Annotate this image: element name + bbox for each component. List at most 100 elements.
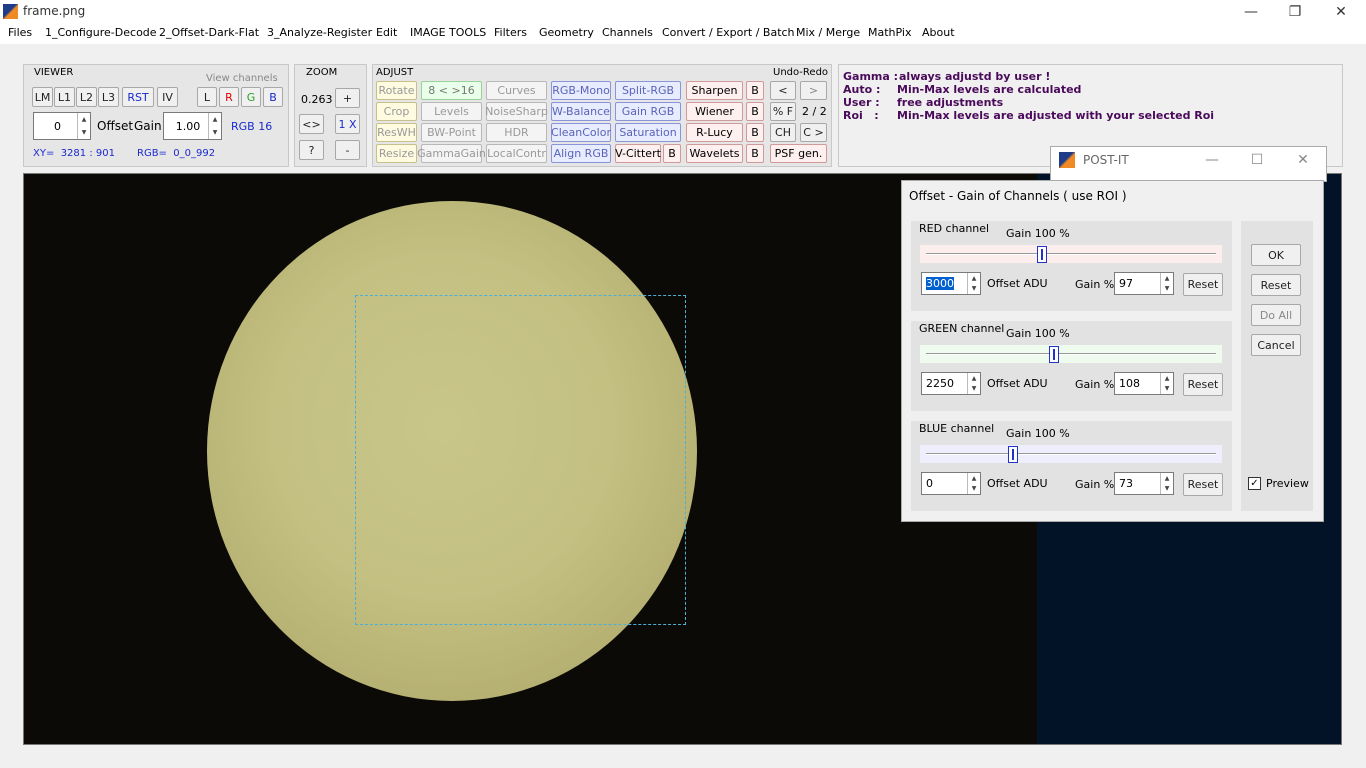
spin-down-icon[interactable]: ▼: [968, 484, 980, 495]
green-gain-spinner[interactable]: 108 ▲ ▼: [1114, 372, 1174, 395]
levels-button[interactable]: Levels: [421, 102, 482, 121]
red-gain-arrows[interactable]: ▲ ▼: [1160, 273, 1173, 294]
crop-button[interactable]: Crop: [376, 102, 417, 121]
green-reset-button[interactable]: Reset: [1183, 373, 1223, 396]
do-all-button[interactable]: Do All: [1251, 304, 1301, 326]
localcontr-button[interactable]: LocalContr: [486, 144, 547, 163]
v-cittert-button[interactable]: V-Cittert: [615, 144, 661, 163]
reswh-button[interactable]: ResWH: [376, 123, 417, 142]
green-offset-arrows[interactable]: ▲ ▼: [967, 373, 980, 394]
r-lucy-button[interactable]: R-Lucy: [686, 123, 743, 142]
preview-checkbox[interactable]: ✓: [1248, 477, 1261, 490]
rotate-button[interactable]: Rotate: [376, 81, 417, 100]
wavelets-b-button[interactable]: B: [746, 144, 764, 163]
resize-button[interactable]: Resize: [376, 144, 417, 163]
ch-button[interactable]: CH: [770, 123, 796, 142]
minimize-button[interactable]: —: [1228, 0, 1274, 24]
sharpen-button[interactable]: Sharpen: [686, 81, 743, 100]
restore-button[interactable]: ❐: [1272, 0, 1318, 24]
spin-up-icon[interactable]: ▲: [1161, 373, 1173, 384]
menu-analyze-register[interactable]: 3_Analyze-Register: [267, 26, 372, 39]
blue-gain-spinner[interactable]: 73 ▲ ▼: [1114, 472, 1174, 495]
red-gain-spinner[interactable]: 97 ▲ ▼: [1114, 272, 1174, 295]
cancel-button[interactable]: Cancel: [1251, 334, 1301, 356]
gain-spinner-arrows[interactable]: ▲ ▼: [208, 113, 221, 139]
v-cittert-b-button[interactable]: B: [663, 144, 681, 163]
ok-button[interactable]: OK: [1251, 244, 1301, 266]
sharpen-b-button[interactable]: B: [746, 81, 764, 100]
blue-gain-slider[interactable]: [920, 445, 1222, 463]
wiener-b-button[interactable]: B: [746, 102, 764, 121]
menu-channels[interactable]: Channels: [602, 26, 653, 39]
spin-down-icon[interactable]: ▼: [968, 384, 980, 395]
redo-button[interactable]: >: [800, 81, 827, 100]
red-gain-slider[interactable]: [920, 245, 1222, 263]
spin-up-icon[interactable]: ▲: [1161, 473, 1173, 484]
menu-mix-merge[interactable]: Mix / Merge: [796, 26, 860, 39]
spin-up-icon[interactable]: ▲: [968, 473, 980, 484]
red-offset-arrows[interactable]: ▲ ▼: [967, 273, 980, 294]
wiener-button[interactable]: Wiener: [686, 102, 743, 121]
menu-geometry[interactable]: Geometry: [539, 26, 594, 39]
spin-down-icon[interactable]: ▼: [1161, 384, 1173, 395]
red-offset-spinner[interactable]: 3000 ▲ ▼: [921, 272, 981, 295]
spin-up-icon[interactable]: ▲: [968, 273, 980, 284]
spin-down-icon[interactable]: ▼: [968, 284, 980, 295]
l1-button[interactable]: L1: [54, 87, 75, 107]
r-lucy-b-button[interactable]: B: [746, 123, 764, 142]
menu-about[interactable]: About: [922, 26, 955, 39]
saturation-button[interactable]: Saturation: [615, 123, 681, 142]
close-button[interactable]: ✕: [1318, 0, 1364, 24]
roi-selection[interactable]: [355, 295, 686, 625]
noisesharp-button[interactable]: NoiseSharp: [485, 102, 548, 121]
gain-spinner[interactable]: 1.00 ▲ ▼: [163, 112, 222, 140]
undo-button[interactable]: <: [770, 81, 796, 100]
bw-point-button[interactable]: BW-Point: [421, 123, 482, 142]
channel-b-button[interactable]: B: [263, 87, 283, 107]
zoom-fit-button[interactable]: <>: [299, 114, 324, 134]
iv-button[interactable]: IV: [157, 87, 178, 107]
percent-f-button[interactable]: % F: [770, 102, 796, 121]
slider-thumb[interactable]: [1037, 246, 1047, 263]
menu-mathpix[interactable]: MathPix: [868, 26, 911, 39]
cleancolor-button[interactable]: CleanColor: [551, 123, 611, 142]
blue-offset-spinner[interactable]: 0 ▲ ▼: [921, 472, 981, 495]
green-gain-arrows[interactable]: ▲ ▼: [1160, 373, 1173, 394]
channel-l-button[interactable]: L: [197, 87, 217, 107]
green-offset-spinner[interactable]: 2250 ▲ ▼: [921, 372, 981, 395]
rst-button[interactable]: RST: [122, 87, 154, 107]
l2-button[interactable]: L2: [76, 87, 97, 107]
align-rgb-button[interactable]: Align RGB: [551, 144, 611, 163]
menu-offset-dark-flat[interactable]: 2_Offset-Dark-Flat: [159, 26, 259, 39]
lm-button[interactable]: LM: [32, 87, 53, 107]
postit-maximize-button[interactable]: ☐: [1234, 148, 1280, 172]
spin-up-icon[interactable]: ▲: [209, 113, 221, 126]
spin-down-icon[interactable]: ▼: [1161, 484, 1173, 495]
menu-edit[interactable]: Edit: [376, 26, 397, 39]
zoom-1x-button[interactable]: 1 X: [335, 114, 360, 134]
offset-spinner-arrows[interactable]: ▲ ▼: [77, 113, 90, 139]
channel-r-button[interactable]: R: [219, 87, 239, 107]
postit-close-button[interactable]: ✕: [1280, 148, 1326, 172]
slider-thumb[interactable]: [1008, 446, 1018, 463]
split-rgb-button[interactable]: Split-RGB: [615, 81, 681, 100]
menu-configure-decode[interactable]: 1_Configure-Decode: [45, 26, 157, 39]
blue-gain-arrows[interactable]: ▲ ▼: [1160, 473, 1173, 494]
w-balance-button[interactable]: W-Balance: [551, 102, 611, 121]
spin-down-icon[interactable]: ▼: [209, 126, 221, 139]
wavelets-button[interactable]: Wavelets: [686, 144, 743, 163]
dialog-reset-button[interactable]: Reset: [1251, 274, 1301, 296]
menu-convert-export-batch[interactable]: Convert / Export / Batch: [662, 26, 795, 39]
zoom-in-button[interactable]: +: [335, 88, 360, 108]
hdr-button[interactable]: HDR: [486, 123, 547, 142]
blue-offset-arrows[interactable]: ▲ ▼: [967, 473, 980, 494]
postit-minimize-button[interactable]: —: [1189, 148, 1235, 172]
spin-up-icon[interactable]: ▲: [968, 373, 980, 384]
menu-files[interactable]: Files: [8, 26, 32, 39]
red-reset-button[interactable]: Reset: [1183, 273, 1223, 296]
spin-down-icon[interactable]: ▼: [1161, 284, 1173, 295]
menu-filters[interactable]: Filters: [494, 26, 527, 39]
l3-button[interactable]: L3: [98, 87, 119, 107]
green-gain-slider[interactable]: [920, 345, 1222, 363]
channel-g-button[interactable]: G: [241, 87, 261, 107]
